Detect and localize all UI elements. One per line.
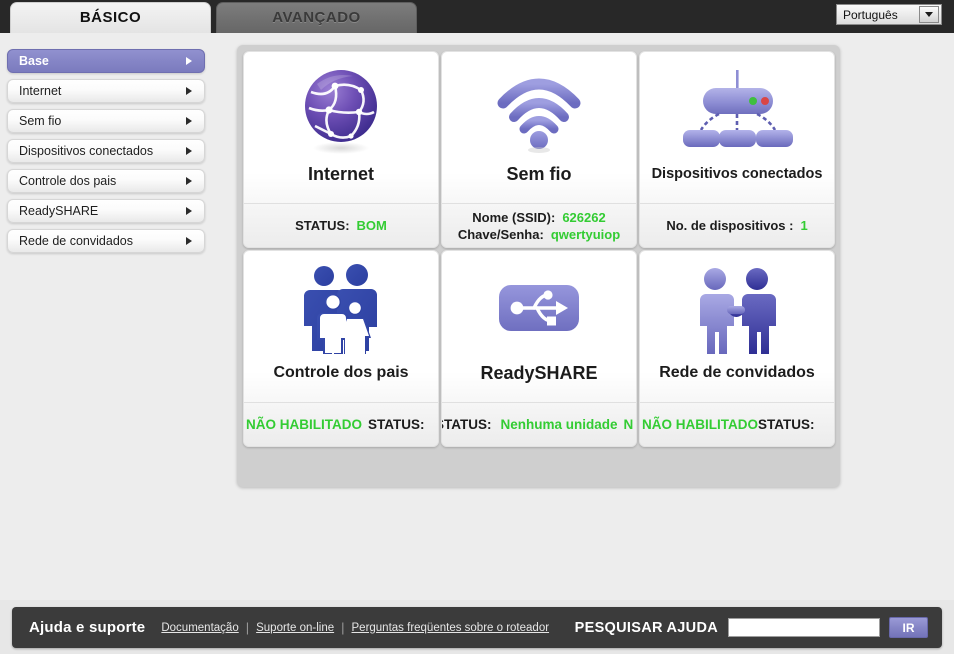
help-search-go-button[interactable]: IR [889,617,928,638]
help-link-perguntas-frequentes[interactable]: Perguntas freqüentes sobre o roteador [352,622,550,634]
readyshare-status-value-overflow: N [623,417,634,432]
help-search-area: PESQUISAR AJUDA IR [575,617,928,638]
card-dispositivos-status: No. de dispositivos : 1 [640,203,834,247]
sidebar-item-sem-fio[interactable]: Sem fio [7,109,205,133]
help-link-separator: | [245,620,250,635]
devices-count-row: No. de dispositivos : 1 [666,217,807,234]
help-support-bar: Ajuda e suporte Documentação | Suporte o… [12,607,942,648]
chevron-right-icon [186,87,192,95]
sidebar-item-label: Sem fio [19,114,62,128]
card-controle-body: Controle dos pais [244,251,438,402]
sidebar-item-label: Rede de convidados [19,234,133,248]
wireless-ssid-label: Nome (SSID): [472,209,556,225]
card-dispositivos-body: Dispositivos conectados [640,52,834,203]
help-link-documentacao[interactable]: Documentação [161,622,238,634]
readyshare-status-row: STATUS: Nenhuma unidade N [442,417,633,432]
help-search-label: PESQUISAR AJUDA [574,619,718,636]
readyshare-status-value: Nenhuma unidade [500,417,618,432]
card-controle-status: NÃO HABILITADO STATUS: [244,402,438,446]
chevron-right-icon [186,207,192,215]
sidebar-item-label: ReadySHARE [19,204,99,218]
card-controle-title: Controle dos pais [273,364,409,381]
card-internet-body: Internet [244,52,438,203]
card-controle-dos-pais[interactable]: Controle dos pais NÃO HABILITADO STATUS: [243,250,439,447]
chevron-right-icon [186,237,192,245]
language-select-value: Português [843,7,898,22]
card-convidados-title: Rede de convidados [659,364,815,381]
parental-status-row: NÃO HABILITADO STATUS: [246,417,438,432]
language-dropdown-button[interactable] [919,6,939,23]
sidebar-item-label: Dispositivos conectados [19,144,154,158]
sidebar-item-internet[interactable]: Internet [7,79,205,103]
card-readyshare[interactable]: ReadySHARE STATUS: Nenhuma unidade N [441,250,637,447]
family-icon [293,257,389,361]
wireless-key-label: Chave/Senha: [457,226,544,242]
card-convidados-status: NÃO HABILITADO STATUS: [640,402,834,446]
sidebar-item-base[interactable]: Base [7,49,205,73]
sidebar-item-dispositivos-conectados[interactable]: Dispositivos conectados [7,139,205,163]
card-dispositivos-conectados[interactable]: Dispositivos conectados No. de dispositi… [639,51,835,248]
wireless-status-lines: Nome (SSID): 626262 Chave/Senha: qwertyu… [442,209,636,243]
card-rede-de-convidados[interactable]: Rede de convidados NÃO HABILITADO STATUS… [639,250,835,447]
sidebar-nav: Base Internet Sem fio Dispositivos conec… [7,49,205,259]
help-search-input[interactable] [728,618,880,637]
internet-status-label: STATUS: [295,218,350,233]
chevron-right-icon [186,117,192,125]
dashboard-card-grid: Internet STATUS: BOM Sem fio Nome (SSID)… [243,51,835,447]
guest-status-row: NÃO HABILITADO STATUS: [642,417,834,432]
sidebar-item-readyshare[interactable]: ReadySHARE [7,199,205,223]
parental-status-value: NÃO HABILITADO [246,417,362,432]
globe-icon [295,58,387,162]
router-admin-page: BÁSICO AVANÇADO Português Base Internet … [0,0,954,654]
handshake-icon [689,257,785,361]
devices-count-label: No. de dispositivos : [666,218,794,233]
guest-status-value: NÃO HABILITADO [642,417,758,432]
wireless-ssid-row: Nome (SSID): 626262 [472,209,605,226]
card-sem-fio-status: Nome (SSID): 626262 Chave/Senha: qwertyu… [442,203,636,247]
language-select[interactable]: Português [836,4,942,25]
top-tab-bar: BÁSICO AVANÇADO Português [0,0,954,33]
usb-icon [496,257,582,361]
wifi-icon [491,58,587,162]
wireless-key-value: qwertyuiop [550,226,621,242]
readyshare-status-label: STATUS: [442,417,492,432]
guest-status-label: STATUS: [758,417,815,432]
help-links: Documentação | Suporte on-line | Pergunt… [161,620,549,635]
internet-status-row: STATUS: BOM [295,217,387,234]
sidebar-item-rede-de-convidados[interactable]: Rede de convidados [7,229,205,253]
chevron-right-icon [186,177,192,185]
card-internet[interactable]: Internet STATUS: BOM [243,51,439,248]
chevron-right-icon [186,57,192,65]
chevron-right-icon [186,147,192,155]
wireless-ssid-value: 626262 [562,209,606,225]
dashboard-panel: Internet STATUS: BOM Sem fio Nome (SSID)… [237,45,840,487]
sidebar-item-label: Controle dos pais [19,174,117,188]
chevron-down-icon [925,12,933,17]
card-sem-fio-body: Sem fio [442,52,636,203]
card-sem-fio-title: Sem fio [506,164,572,184]
internet-status-value: BOM [356,218,387,233]
card-dispositivos-title: Dispositivos conectados [651,166,823,182]
help-link-suporte-online[interactable]: Suporte on-line [256,622,334,634]
help-support-title: Ajuda e suporte [29,619,146,636]
wireless-key-row: Chave/Senha: qwertyuiop [458,226,620,243]
card-sem-fio[interactable]: Sem fio Nome (SSID): 626262 Chave/Senha:… [441,51,637,248]
card-internet-status: STATUS: BOM [244,203,438,247]
sidebar-item-label: Internet [19,84,62,98]
devices-count-value: 1 [800,218,808,233]
router-devices-icon [677,58,797,162]
parental-status-label: STATUS: [368,417,425,432]
page-body: Base Internet Sem fio Dispositivos conec… [0,37,954,600]
card-readyshare-body: ReadySHARE [442,251,636,402]
help-link-separator: | [341,620,345,635]
card-convidados-body: Rede de convidados [640,251,834,402]
sidebar-item-label: Base [19,54,49,68]
sidebar-item-controle-dos-pais[interactable]: Controle dos pais [7,169,205,193]
tab-avancado[interactable]: AVANÇADO [216,2,417,33]
card-internet-title: Internet [307,164,374,184]
card-readyshare-status: STATUS: Nenhuma unidade N [442,402,636,446]
card-readyshare-title: ReadySHARE [480,363,598,383]
tab-basico[interactable]: BÁSICO [10,2,211,33]
